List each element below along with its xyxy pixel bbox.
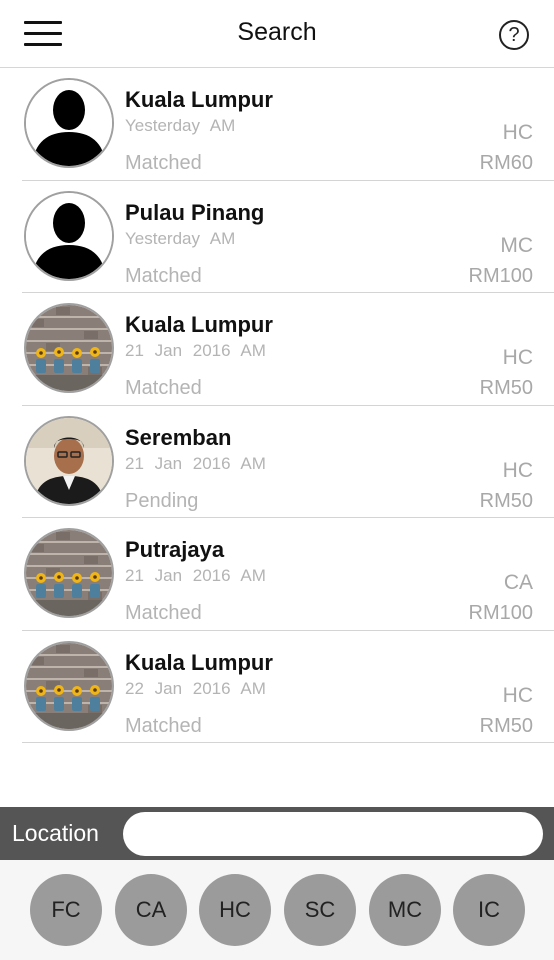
date-text: 21 Jan 2016 AM [125,453,266,473]
city-name: Putrajaya [125,537,225,562]
avatar-brick-wall-flowers [24,528,114,618]
status-text: Matched [125,714,202,737]
avatar-silhouette [24,78,114,168]
avatar-person-photo [24,415,114,506]
help-icon[interactable]: ? [499,20,529,50]
status-text: Matched [125,264,202,287]
city-name: Seremban [125,424,232,450]
court-code: HC [502,346,533,369]
city-name: Kuala Lumpur [125,312,273,337]
date-text: 21 Jan 2016 AM [125,341,266,360]
court-button-ca[interactable]: CA [115,874,187,946]
status-text: Matched [125,377,202,399]
date-text: Yesterday AM [125,228,236,248]
price-text: RM50 [479,714,533,737]
list-item[interactable]: Seremban 21 Jan 2016 AM Pending HC RM50 [22,406,554,518]
page-title: Search [237,18,317,46]
avatar-brick-wall-flowers [24,640,114,731]
city-name: Pulau Pinang [125,199,265,225]
avatar-brick-wall-flowers [24,303,114,393]
court-filter-bar: FC CA HC SC MC IC [0,860,554,960]
status-text: Matched [125,602,202,624]
price-text: RM100 [468,264,533,287]
court-code: HC [502,458,533,482]
price-text: RM60 [479,152,533,174]
status-text: Matched [125,152,202,174]
status-text: Pending [125,489,199,512]
top-bar: Search ? [0,0,554,68]
court-code: CA [503,571,533,594]
price-text: RM50 [479,377,533,399]
court-button-hc[interactable]: HC [199,874,271,946]
price-text: RM100 [468,602,533,624]
location-input[interactable] [123,812,543,856]
court-code: HC [502,121,533,144]
court-button-mc[interactable]: MC [369,874,441,946]
date-text: Yesterday AM [125,116,236,135]
court-code: HC [502,683,533,707]
list-item[interactable]: Putrajaya 21 Jan 2016 AM Matched CA RM10… [22,518,554,631]
results-list: Kuala Lumpur Yesterday AM Matched HC RM6… [0,68,554,743]
price-text: RM50 [479,489,533,512]
court-button-ic[interactable]: IC [453,874,525,946]
avatar-silhouette [24,190,114,281]
location-label: Location [12,820,99,846]
date-text: 22 Jan 2016 AM [125,678,266,698]
list-item[interactable]: Kuala Lumpur 21 Jan 2016 AM Matched HC R… [22,293,554,406]
location-bar: Location [0,807,554,860]
city-name: Kuala Lumpur [125,87,273,112]
date-text: 21 Jan 2016 AM [125,566,266,585]
list-item[interactable]: Pulau Pinang Yesterday AM Matched MC RM1… [22,181,554,293]
list-item[interactable]: Kuala Lumpur Yesterday AM Matched HC RM6… [22,68,554,181]
city-name: Kuala Lumpur [125,649,273,675]
court-button-fc[interactable]: FC [30,874,102,946]
court-code: MC [500,233,533,257]
list-item[interactable]: Kuala Lumpur 22 Jan 2016 AM Matched HC R… [22,631,554,743]
court-button-sc[interactable]: SC [284,874,356,946]
